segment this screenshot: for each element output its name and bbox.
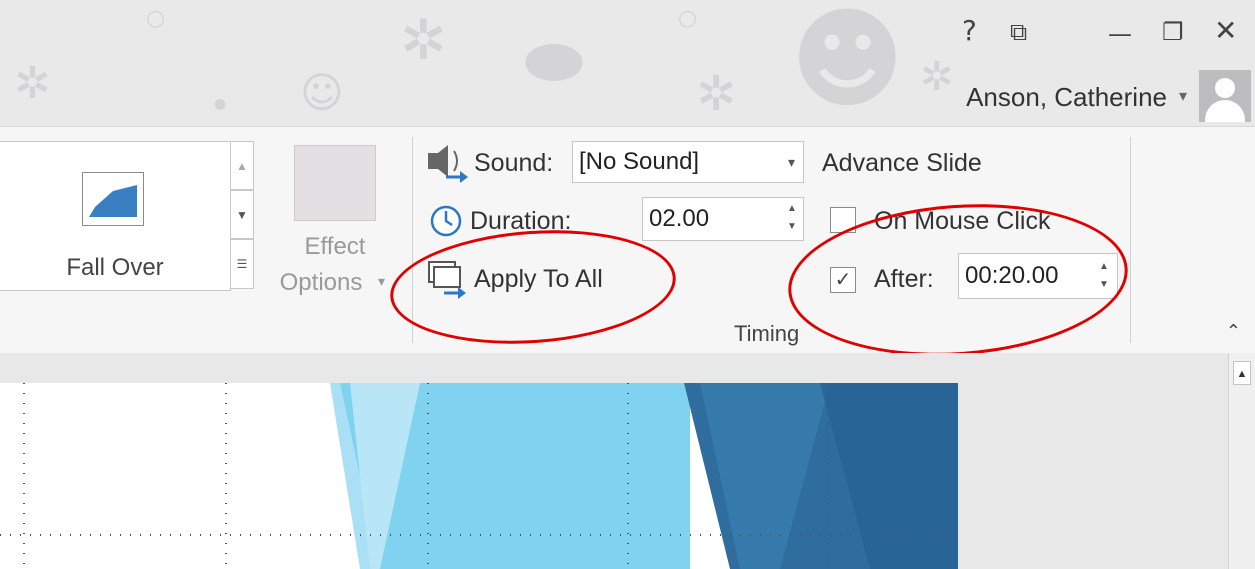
sound-icon bbox=[428, 145, 468, 183]
restore-icon[interactable]: ❐ bbox=[1162, 18, 1184, 46]
bubble-decoration-icon: ○ bbox=[678, 6, 698, 31]
ribbon-display-options-icon[interactable]: ⧉ bbox=[1010, 18, 1027, 46]
after-time-input[interactable]: 00:20.00 ▲ ▼ bbox=[958, 253, 1118, 299]
chevron-down-icon[interactable]: ▾ bbox=[1179, 86, 1187, 106]
on-mouse-click-label[interactable]: On Mouse Click bbox=[874, 207, 1050, 236]
collapse-ribbon-icon[interactable]: ⌃ bbox=[1226, 321, 1241, 342]
bubble-decoration-icon: ○ bbox=[146, 6, 166, 31]
chevron-down-icon[interactable]: ▾ bbox=[378, 273, 385, 290]
spin-down-icon[interactable]: ▼ bbox=[1097, 278, 1111, 292]
spin-down-icon[interactable]: ▼ bbox=[785, 220, 799, 234]
ribbon-transitions: Fall Over ▲ ▼ ☰ Effect Options ▾ Sound: … bbox=[0, 126, 1255, 367]
avatar-head bbox=[1215, 78, 1235, 98]
sound-label: Sound: bbox=[474, 149, 554, 177]
chevron-down-icon[interactable]: ▾ bbox=[788, 142, 795, 182]
apply-to-all-icon bbox=[428, 261, 466, 299]
after-checkbox[interactable]: ✓ bbox=[830, 267, 856, 293]
effect-options-icon[interactable] bbox=[294, 145, 376, 221]
scroll-up-icon[interactable]: ▲ bbox=[1233, 361, 1251, 385]
effect-options-label-line2[interactable]: Options bbox=[266, 269, 376, 297]
gallery-more-button[interactable]: ☰ bbox=[230, 239, 254, 289]
checkmark-icon: ✓ bbox=[834, 269, 852, 291]
slide-canvas[interactable] bbox=[0, 383, 958, 569]
minimize-icon[interactable]: — bbox=[1108, 20, 1132, 48]
after-label: After: bbox=[874, 265, 934, 293]
bubble-decoration-icon: ● bbox=[214, 96, 227, 112]
close-icon[interactable]: ✕ bbox=[1214, 14, 1237, 47]
gallery-selected-label: Fall Over bbox=[66, 254, 164, 281]
octopus-decoration-icon: ☺ bbox=[300, 68, 344, 117]
sound-dropdown[interactable]: [No Sound] ▾ bbox=[572, 141, 804, 183]
submarine-decoration-icon: ⬬ bbox=[524, 20, 584, 102]
group-separator bbox=[1130, 137, 1131, 343]
apply-to-all-button[interactable]: Apply To All bbox=[474, 265, 603, 294]
duration-input[interactable]: 02.00 ▲ ▼ bbox=[642, 197, 804, 241]
fall-over-transition-icon bbox=[82, 172, 144, 226]
crab-decoration-icon: ✲ bbox=[14, 58, 51, 109]
octopus-decoration-icon: ☻ bbox=[790, 0, 905, 123]
after-time-value: 00:20.00 bbox=[965, 262, 1059, 289]
slide-editor-area: ▲ bbox=[0, 353, 1255, 569]
gallery-scroll-up-button[interactable]: ▲ bbox=[230, 141, 254, 190]
crab-decoration-icon: ✲ bbox=[696, 66, 737, 122]
group-separator bbox=[412, 137, 413, 343]
transition-gallery[interactable]: Fall Over bbox=[0, 141, 231, 291]
on-mouse-click-checkbox[interactable] bbox=[830, 207, 856, 233]
fall-over-thumbnail bbox=[89, 185, 137, 217]
help-icon[interactable]: ? bbox=[962, 14, 977, 47]
clock-icon bbox=[430, 205, 462, 237]
person-icon[interactable] bbox=[1199, 70, 1251, 122]
sound-dropdown-value: [No Sound] bbox=[579, 148, 700, 175]
spin-up-icon[interactable]: ▲ bbox=[785, 202, 799, 216]
gallery-scroll-down-button[interactable]: ▼ bbox=[230, 190, 254, 239]
timing-group-title: Timing bbox=[734, 321, 800, 346]
effect-options-label-line1[interactable]: Effect bbox=[270, 233, 400, 261]
crab-decoration-icon: ✲ bbox=[400, 8, 447, 73]
crab-decoration-icon: ✲ bbox=[920, 54, 954, 100]
duration-value: 02.00 bbox=[649, 205, 710, 232]
avatar-body bbox=[1205, 100, 1245, 122]
advance-slide-heading: Advance Slide bbox=[822, 149, 982, 177]
spin-up-icon[interactable]: ▲ bbox=[1097, 260, 1111, 274]
user-account-name[interactable]: Anson, Catherine bbox=[966, 82, 1167, 113]
vertical-scrollbar[interactable]: ▲ bbox=[1228, 353, 1255, 569]
slide-background-graphic bbox=[0, 383, 958, 569]
title-bar: ✲ ○ ● ☺ ✲ ⬬ ✲ ○ ☻ ✲ ? ⧉ — ❐ ✕ Anson, Cat… bbox=[0, 0, 1255, 126]
duration-label: Duration: bbox=[470, 207, 572, 235]
